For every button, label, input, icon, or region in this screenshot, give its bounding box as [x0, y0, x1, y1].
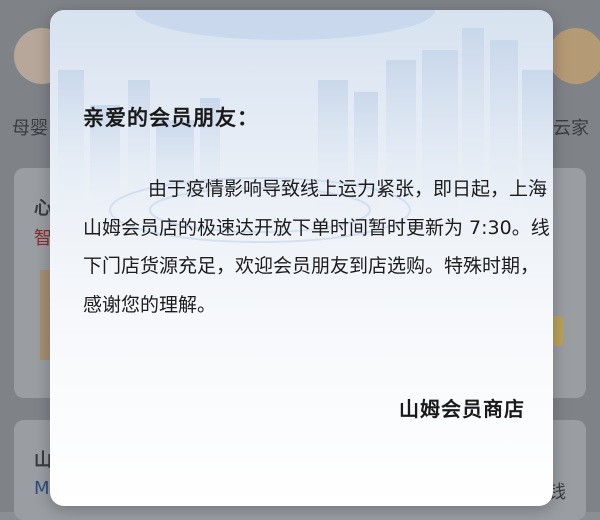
category-label-right[interactable]: 云家 — [553, 114, 589, 140]
notice-modal: 亲爱的会员朋友： 由于疫情影响导致线上运力紧张，即日起，上海山姆会员店的极速达开… — [50, 10, 553, 506]
category-icon-home[interactable] — [548, 28, 600, 84]
notice-signature: 山姆会员商店 — [399, 397, 525, 421]
notice-content: 亲爱的会员朋友： 由于疫情影响导致线上运力紧张，即日起，上海山姆会员店的极速达开… — [50, 10, 553, 506]
notice-greeting: 亲爱的会员朋友： — [83, 106, 259, 130]
category-label-left[interactable]: 母婴 — [12, 114, 48, 140]
notice-body: 由于疫情影响导致线上运力紧张，即日起，上海山姆会员店的极速达开放下单时间暂时更新… — [83, 178, 550, 316]
store-card-subtitle: M — [34, 478, 50, 499]
